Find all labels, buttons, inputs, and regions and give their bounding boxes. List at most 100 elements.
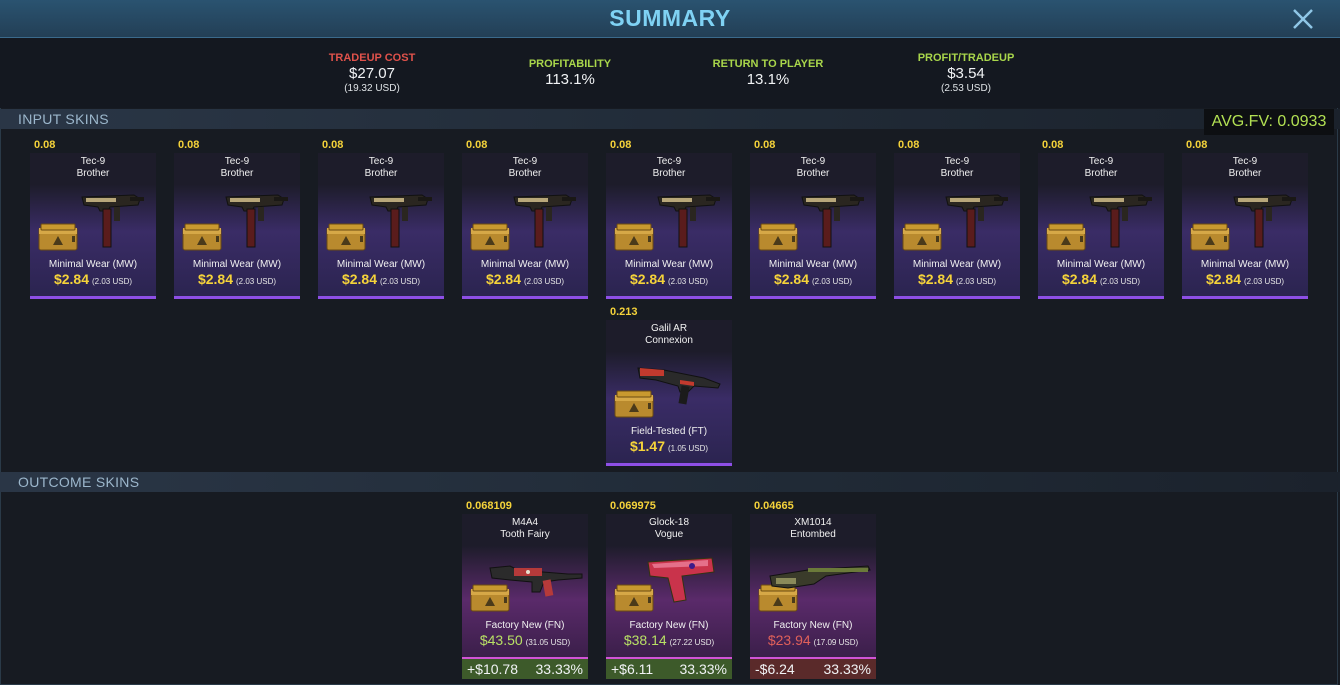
weapon-name: Galil AR xyxy=(650,323,688,334)
stat-value: $3.54 xyxy=(947,65,985,82)
card-body: Tec-9 Brother Minimal Wear (MW) $2.84 (2.… xyxy=(30,153,156,299)
price-usd: (2.03 USD) xyxy=(668,277,709,286)
outcome-skin-card[interactable]: 0.069975 Glock-18 Vogue Factory New (FN)… xyxy=(606,500,732,664)
input-skin-card[interactable]: 0.08 Tec-9 Brother Minimal Wear (MW) $2.… xyxy=(1182,139,1308,303)
outcome-skin-card[interactable]: 0.04665 XM1014 Entombed Factory New (FN)… xyxy=(750,500,876,664)
skin-image xyxy=(468,187,582,257)
price: $2.84 (2.03 USD) xyxy=(462,271,588,289)
close-icon[interactable] xyxy=(1290,6,1316,32)
price-usd: (2.03 USD) xyxy=(812,277,853,286)
price: $2.84 (2.03 USD) xyxy=(1182,271,1308,289)
avg-float-value: AVG.FV: 0.0933 xyxy=(1204,109,1334,135)
card-body: Tec-9 Brother Minimal Wear (MW) $2.84 (2.… xyxy=(606,153,732,299)
weapon-name: XM1014 xyxy=(794,517,832,528)
outcome-result: +$6.11 33.33% xyxy=(606,659,732,679)
input-skin-card[interactable]: 0.08 Tec-9 Brother Minimal Wear (MW) $2.… xyxy=(1038,139,1164,303)
stat-label: PROFIT/TRADEUP xyxy=(917,52,1015,64)
section-title: INPUT SKINS xyxy=(18,111,109,127)
stat-value: 113.1% xyxy=(545,71,595,88)
card-body: Tec-9 Brother Minimal Wear (MW) $2.84 (2.… xyxy=(318,153,444,299)
price-usd: (31.05 USD) xyxy=(525,638,571,647)
float-value: 0.213 xyxy=(610,306,638,318)
wear-label: Factory New (FN) xyxy=(773,620,853,631)
price-value: $2.84 xyxy=(197,271,234,287)
outcome-skin-card[interactable]: 0.068109 M4A4 Tooth Fairy Factory New (F… xyxy=(462,500,588,664)
skin-image xyxy=(900,187,1014,257)
price: $2.84 (2.03 USD) xyxy=(894,271,1020,289)
wear-label: Minimal Wear (MW) xyxy=(768,259,858,270)
price-value: $43.50 xyxy=(479,632,523,648)
price-usd: (17.09 USD) xyxy=(813,638,859,647)
float-value: 0.04665 xyxy=(754,500,794,512)
card-body: Tec-9 Brother Minimal Wear (MW) $2.84 (2.… xyxy=(750,153,876,299)
page-title: SUMMARY xyxy=(609,5,731,31)
wear-label: Factory New (FN) xyxy=(485,620,565,631)
price-usd: (2.03 USD) xyxy=(380,277,421,286)
card-body: Tec-9 Brother Minimal Wear (MW) $2.84 (2.… xyxy=(174,153,300,299)
float-value: 0.08 xyxy=(610,139,632,151)
skin-name: Brother xyxy=(76,168,110,179)
card-body: M4A4 Tooth Fairy Factory New (FN) $43.50… xyxy=(462,514,588,660)
skin-image xyxy=(36,187,150,257)
input-skin-card[interactable]: 0.08 Tec-9 Brother Minimal Wear (MW) $2.… xyxy=(606,139,732,303)
weapon-name: Tec-9 xyxy=(1232,156,1258,167)
input-skin-card[interactable]: 0.08 Tec-9 Brother Minimal Wear (MW) $2.… xyxy=(174,139,300,303)
price-value: $2.84 xyxy=(485,271,522,287)
price: $38.14 (27.22 USD) xyxy=(606,632,732,650)
wear-label: Field-Tested (FT) xyxy=(630,426,708,437)
weapon-name: Tec-9 xyxy=(80,156,106,167)
price: $43.50 (31.05 USD) xyxy=(462,632,588,650)
stat-value: 13.1% xyxy=(746,71,790,88)
input-skin-card[interactable]: 0.08 Tec-9 Brother Minimal Wear (MW) $2.… xyxy=(30,139,156,303)
skin-image xyxy=(1188,187,1302,257)
price: $2.84 (2.03 USD) xyxy=(1038,271,1164,289)
stat-profit-per-tradeup: PROFIT/TRADEUP $3.54 (2.53 USD) xyxy=(886,52,1046,94)
price-value: $2.84 xyxy=(1205,271,1242,287)
card-body: XM1014 Entombed Factory New (FN) $23.94(… xyxy=(750,514,876,660)
weapon-name: Tec-9 xyxy=(656,156,682,167)
skin-name: Connexion xyxy=(645,335,693,346)
wear-label: Minimal Wear (MW) xyxy=(48,259,138,270)
float-value: 0.08 xyxy=(1186,139,1208,151)
float-value: 0.08 xyxy=(1042,139,1064,151)
price-value: $2.84 xyxy=(53,271,90,287)
skin-name: Tooth Fairy xyxy=(500,529,550,540)
outcome-chance: 33.33% xyxy=(535,661,583,677)
input-skin-card[interactable]: 0.08 Tec-9 Brother Minimal Wear (MW) $2.… xyxy=(894,139,1020,303)
input-skin-card[interactable]: 0.08 Tec-9 Brother Minimal Wear (MW) $2.… xyxy=(750,139,876,303)
skin-image xyxy=(756,187,870,257)
price-usd: (2.03 USD) xyxy=(524,277,565,286)
price: $2.84 (2.03 USD) xyxy=(750,271,876,289)
input-skin-card[interactable]: 0.213 Galil AR Connexion Field-Tested (F… xyxy=(606,306,732,470)
stat-value: $27.07 xyxy=(349,65,395,82)
card-body: Tec-9 Brother Minimal Wear (MW) $2.84 (2.… xyxy=(894,153,1020,299)
price-value: $2.84 xyxy=(1061,271,1098,287)
card-body: Glock-18 Vogue Factory New (FN) $38.14 (2… xyxy=(606,514,732,660)
price: $23.94 (17.09 USD) xyxy=(750,632,876,650)
profit-loss: +$6.11 xyxy=(611,661,654,677)
card-body: Galil AR Connexion Field-Tested (FT) $1.… xyxy=(606,320,732,466)
summary-header: SUMMARY xyxy=(0,0,1340,38)
price-usd: (2.03 USD) xyxy=(92,277,133,286)
outcome-result: +$10.78 33.33% xyxy=(462,659,588,679)
skin-name: Brother xyxy=(940,168,974,179)
stat-tradeup-cost: TRADEUP COST $27.07 (19.32 USD) xyxy=(292,52,452,94)
input-skin-card[interactable]: 0.08 Tec-9 Brother Minimal Wear (MW) $2.… xyxy=(462,139,588,303)
wear-label: Minimal Wear (MW) xyxy=(1056,259,1146,270)
float-value: 0.08 xyxy=(466,139,488,151)
skin-name: Brother xyxy=(364,168,398,179)
skin-image xyxy=(612,187,726,257)
weapon-name: M4A4 xyxy=(511,517,539,528)
input-skin-card[interactable]: 0.08 Tec-9 Brother Minimal Wear (MW) $2.… xyxy=(318,139,444,303)
skin-image xyxy=(1044,187,1158,257)
weapon-name: Tec-9 xyxy=(944,156,970,167)
float-value: 0.08 xyxy=(322,139,344,151)
price-value: $38.14 xyxy=(623,632,667,648)
float-value: 0.069975 xyxy=(610,500,656,512)
price-usd: (2.03 USD) xyxy=(1100,277,1141,286)
skin-image xyxy=(468,548,583,618)
stat-label: PROFITABILITY xyxy=(528,58,612,70)
wear-label: Minimal Wear (MW) xyxy=(192,259,282,270)
outcome-chance: 33.33% xyxy=(679,661,727,677)
wear-label: Minimal Wear (MW) xyxy=(480,259,570,270)
